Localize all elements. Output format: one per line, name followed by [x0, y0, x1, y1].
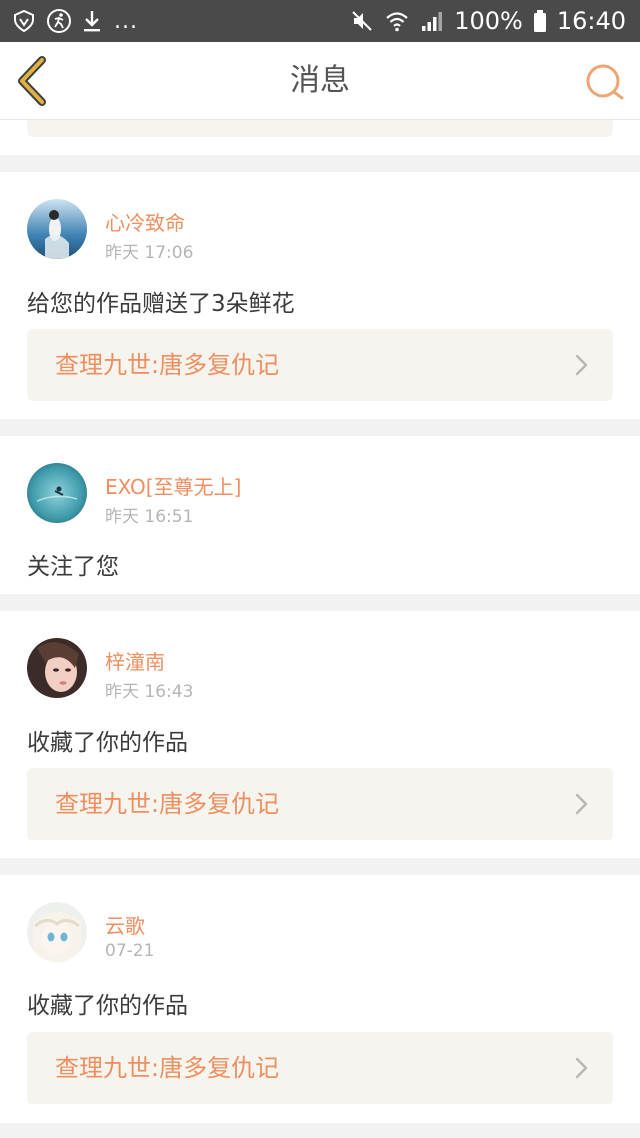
clock: 16:40	[556, 7, 626, 35]
message-text: 关注了您	[27, 554, 119, 580]
message-text: 收藏了你的作品	[27, 730, 188, 756]
chevron-right-icon	[575, 1057, 588, 1079]
chevron-right-icon	[575, 354, 588, 376]
vpn-shield-icon	[12, 9, 36, 33]
user-name[interactable]: 云歌	[105, 910, 145, 939]
status-bar: ... 100% 16:40	[0, 0, 640, 42]
link-box-partial	[27, 120, 613, 137]
search-icon	[586, 64, 624, 100]
message-card: 云歌 07-21 收藏了你的作品 查理九世:唐多复仇记	[0, 875, 640, 1123]
user-name[interactable]: 心冷致命	[105, 207, 185, 236]
message-feed[interactable]: 心冷致命 昨天 17:06 给您的作品赠送了3朵鲜花 查理九世:唐多复仇记 EX…	[0, 120, 640, 1123]
message-time: 昨天 16:43	[105, 682, 194, 702]
download-icon	[82, 9, 102, 33]
user-avatar[interactable]	[27, 902, 87, 962]
app-header: 消息	[0, 42, 640, 120]
chevron-right-icon	[575, 793, 588, 815]
work-title: 查理九世:唐多复仇记	[55, 790, 280, 818]
work-title: 查理九世:唐多复仇记	[55, 351, 280, 379]
work-link[interactable]: 查理九世:唐多复仇记	[27, 1032, 613, 1104]
mute-icon	[350, 9, 374, 33]
message-card: EXO[至尊无上] 昨天 16:51 关注了您	[0, 436, 640, 594]
message-card: 心冷致命 昨天 17:06 给您的作品赠送了3朵鲜花 查理九世:唐多复仇记	[0, 172, 640, 419]
running-icon	[46, 8, 72, 34]
user-avatar[interactable]	[27, 199, 87, 259]
signal-icon	[420, 10, 444, 32]
message-text: 收藏了你的作品	[27, 993, 188, 1019]
message-time: 昨天 16:51	[105, 507, 194, 527]
search-button[interactable]	[584, 62, 626, 104]
message-card: 梓潼南 昨天 16:43 收藏了你的作品 查理九世:唐多复仇记	[0, 611, 640, 858]
message-card-partial	[0, 120, 640, 155]
battery-percent: 100%	[454, 7, 523, 35]
page-title: 消息	[290, 63, 350, 98]
more-notifications: ...	[114, 8, 138, 34]
message-time: 昨天 17:06	[105, 243, 194, 263]
user-name[interactable]: EXO[至尊无上]	[105, 471, 241, 500]
wifi-icon	[384, 9, 410, 33]
battery-icon	[533, 9, 547, 33]
user-avatar[interactable]	[27, 638, 87, 698]
work-link[interactable]: 查理九世:唐多复仇记	[27, 329, 613, 401]
user-avatar[interactable]	[27, 463, 87, 523]
work-link[interactable]: 查理九世:唐多复仇记	[27, 768, 613, 840]
message-time: 07-21	[105, 941, 155, 961]
user-name[interactable]: 梓潼南	[105, 646, 165, 675]
work-title: 查理九世:唐多复仇记	[55, 1054, 280, 1082]
message-text: 给您的作品赠送了3朵鲜花	[27, 291, 295, 317]
